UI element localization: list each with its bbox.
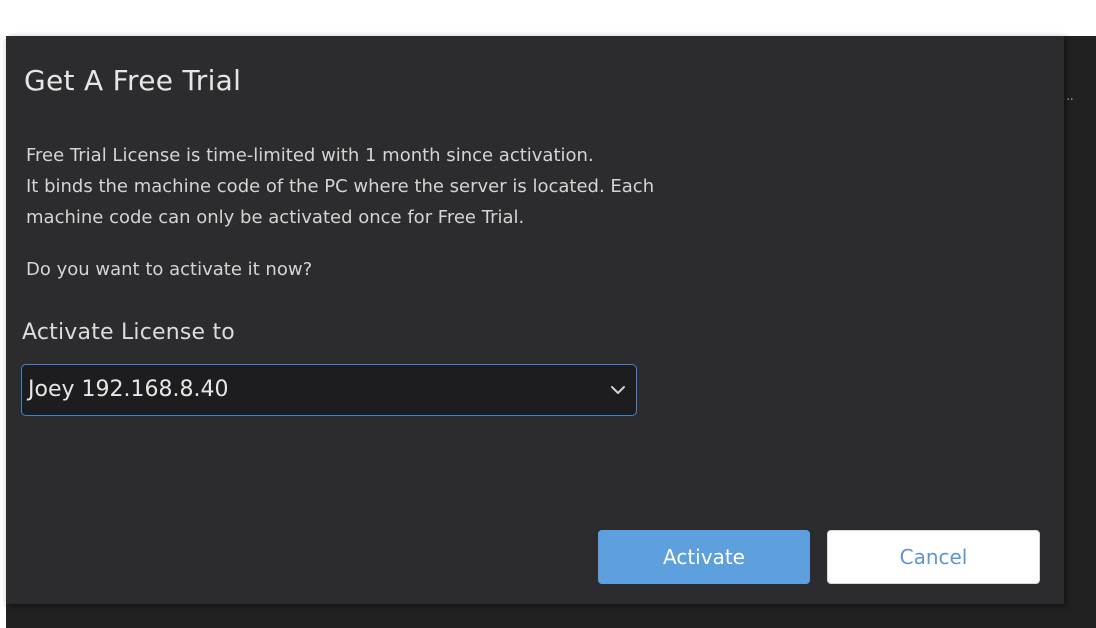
selected-device-value: Joey 192.168.8.40 — [28, 377, 229, 402]
background-fragment-icon: ·· — [1066, 92, 1074, 108]
free-trial-dialog: Get A Free Trial Free Trial License is t… — [6, 36, 1064, 604]
description-line: Free Trial License is time-limited with … — [26, 145, 594, 166]
cancel-button[interactable]: Cancel — [827, 530, 1040, 584]
activate-license-to-label: Activate License to — [22, 320, 235, 345]
device-select[interactable]: Joey 192.168.8.40 — [21, 364, 637, 416]
activate-button[interactable]: Activate — [598, 530, 810, 584]
dialog-description: Free Trial License is time-limited with … — [26, 140, 986, 233]
dialog-title: Get A Free Trial — [24, 64, 242, 97]
description-line: It binds the machine code of the PC wher… — [26, 176, 655, 197]
confirm-question: Do you want to activate it now? — [26, 259, 313, 280]
description-line: machine code can only be activated once … — [26, 207, 525, 228]
chevron-down-icon — [611, 386, 625, 394]
